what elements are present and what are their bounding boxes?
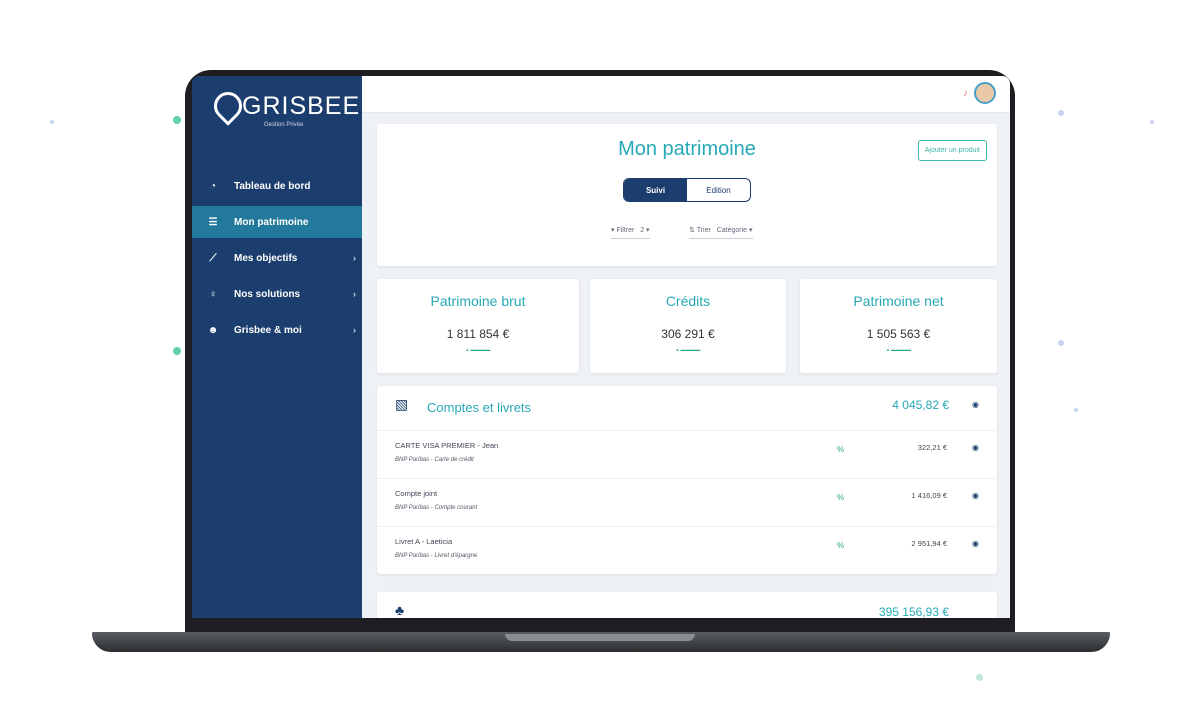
row-amount: 2 951,94 € <box>911 539 947 548</box>
section-title: Comptes et livrets <box>427 400 532 415</box>
sidebar-item-label: Nos solutions <box>234 288 301 300</box>
kpi-card-credits: Crédits 306 291 € ▲ ▬▬▬▬▬ <box>590 279 786 373</box>
sidebar: GRISBEE Gestion Privée ◔ Tableau de bord… <box>192 76 362 618</box>
sort-value: Catégorie <box>716 227 748 234</box>
row-name: CARTE VISA PREMIER - Jean <box>395 441 499 450</box>
top-bar: ♪ <box>362 76 1010 113</box>
bell-icon[interactable]: ♪ <box>963 88 968 99</box>
list-icon: ☰ <box>208 216 218 228</box>
section-total: 4 045,82 € <box>892 398 949 412</box>
decor-dot <box>1150 120 1154 124</box>
decor-dot <box>173 116 181 124</box>
dashboard-icon: ◔ <box>209 180 217 192</box>
kpi-value: 1 811 854 € <box>446 327 510 341</box>
section-total: 395 156,93 € <box>878 605 949 618</box>
kpi-title: Patrimoine brut <box>430 293 526 309</box>
row-subtitle: BNP Paribas - Compte courant <box>395 505 478 511</box>
page-title: Mon patrimoine <box>618 138 756 160</box>
filter-control[interactable]: ▾ Filtrer 2 ▾ <box>611 226 650 239</box>
kpi-card-net: Patrimoine net 1 505 563 € ▲ ▬▬▬▬▬ <box>800 279 997 373</box>
kpi-card-brut: Patrimoine brut 1 811 854 € ▲ ▬▬▬▬▬ <box>377 279 579 373</box>
row-amount: 322,21 € <box>917 443 947 452</box>
laptop-notch <box>505 634 695 641</box>
table-row[interactable]: CARTE VISA PREMIER - Jean BNP Paribas - … <box>377 430 997 479</box>
row-name: Livret A - Laeticia <box>395 537 453 546</box>
kpi-title: Patrimoine net <box>853 293 944 309</box>
chart-icon: ⟋ <box>209 252 217 264</box>
sidebar-item-nos-solutions[interactable]: ♀ Nos solutions › <box>192 278 362 310</box>
brand-name: GRISBEE <box>242 92 361 120</box>
sidebar-item-tableau-de-bord[interactable]: ◔ Tableau de bord <box>192 170 362 202</box>
sidebar-item-mes-objectifs[interactable]: ⟋ Mes objectifs › <box>192 242 362 274</box>
decor-dot <box>50 120 54 124</box>
chevron-right-icon: › <box>353 253 356 263</box>
add-product-button[interactable]: Ajouter un produit <box>917 140 987 161</box>
decor-dot <box>1058 340 1064 346</box>
eye-icon[interactable]: ◉ <box>972 400 979 409</box>
sidebar-item-label: Tableau de bord <box>234 180 311 192</box>
sidebar-item-label: Mon patrimoine <box>234 216 309 228</box>
sidebar-item-grisbee-et-moi[interactable]: ☻ Grisbee & moi › <box>192 314 362 346</box>
filter-label: Filtrer <box>616 227 635 234</box>
row-subtitle: BNP Paribas - Carte de crédit <box>395 457 474 463</box>
app-screen: GRISBEE Gestion Privée ◔ Tableau de bord… <box>192 76 1010 618</box>
section-comptes-livrets: ▧ Comptes et livrets 4 045,82 € ◉ CARTE … <box>377 386 997 574</box>
chevron-right-icon: › <box>353 325 356 335</box>
sort-control[interactable]: ⇅ Trier Catégorie ▾ <box>689 226 753 239</box>
row-subtitle: BNP Paribas - Livret d'épargne <box>395 553 478 559</box>
sort-label: Trier <box>696 227 711 234</box>
people-icon: ☻ <box>207 324 219 336</box>
toggle-suivi[interactable]: Suivi <box>624 179 687 201</box>
decor-dot <box>1058 110 1064 116</box>
kpi-value: 1 505 563 € <box>866 327 931 341</box>
brand-tagline: Gestion Privée <box>264 122 304 128</box>
sidebar-item-mon-patrimoine[interactable]: ☰ Mon patrimoine <box>192 206 362 238</box>
sidebar-item-label: Grisbee & moi <box>234 324 302 336</box>
chevron-right-icon: › <box>353 289 356 299</box>
view-toggle: Suivi Edition <box>623 178 751 202</box>
eye-icon[interactable]: ◉ <box>972 491 979 500</box>
sidebar-nav: ◔ Tableau de bord ☰ Mon patrimoine ⟋ Mes… <box>192 170 362 350</box>
kpi-value: 306 291 € <box>661 327 715 341</box>
card-icon: ▧ <box>395 396 409 412</box>
kpi-title: Crédits <box>665 293 711 309</box>
percent-icon[interactable]: % <box>837 541 844 550</box>
decor-dot <box>976 674 983 681</box>
avatar[interactable] <box>974 82 996 104</box>
eye-icon[interactable]: ◉ <box>972 539 979 548</box>
sidebar-item-label: Mes objectifs <box>234 252 298 264</box>
table-row[interactable]: Compte joint BNP Paribas - Compte couran… <box>377 478 997 527</box>
row-amount: 1 416,09 € <box>911 491 947 500</box>
plant-icon: ♣ <box>395 602 405 618</box>
filter-icon: ▾ <box>611 227 615 234</box>
trend-up-icon: ▲ ▬▬▬▬▬ <box>675 347 701 352</box>
section-next: ♣ 395 156,93 € <box>377 592 997 618</box>
decor-dot <box>1074 408 1078 412</box>
trend-up-icon: ▲ ▬▬▬▬▬ <box>465 347 491 352</box>
table-row[interactable]: Livret A - Laeticia BNP Paribas - Livret… <box>377 526 997 575</box>
percent-icon[interactable]: % <box>837 493 844 502</box>
header-card: Mon patrimoine Ajouter un produit Suivi … <box>377 124 997 266</box>
percent-icon[interactable]: % <box>837 445 844 454</box>
bulb-icon: ♀ <box>209 288 217 300</box>
sort-icon: ⇅ <box>689 227 695 234</box>
brand-logo[interactable]: GRISBEE Gestion Privée <box>208 86 359 132</box>
decor-dot <box>173 347 181 355</box>
toggle-edition[interactable]: Edition <box>687 179 750 201</box>
eye-icon[interactable]: ◉ <box>972 443 979 452</box>
trend-up-icon: ▲ ▬▬▬▬▬ <box>885 347 912 352</box>
filter-value: 2 <box>640 227 645 234</box>
row-name: Compte joint <box>395 489 438 498</box>
